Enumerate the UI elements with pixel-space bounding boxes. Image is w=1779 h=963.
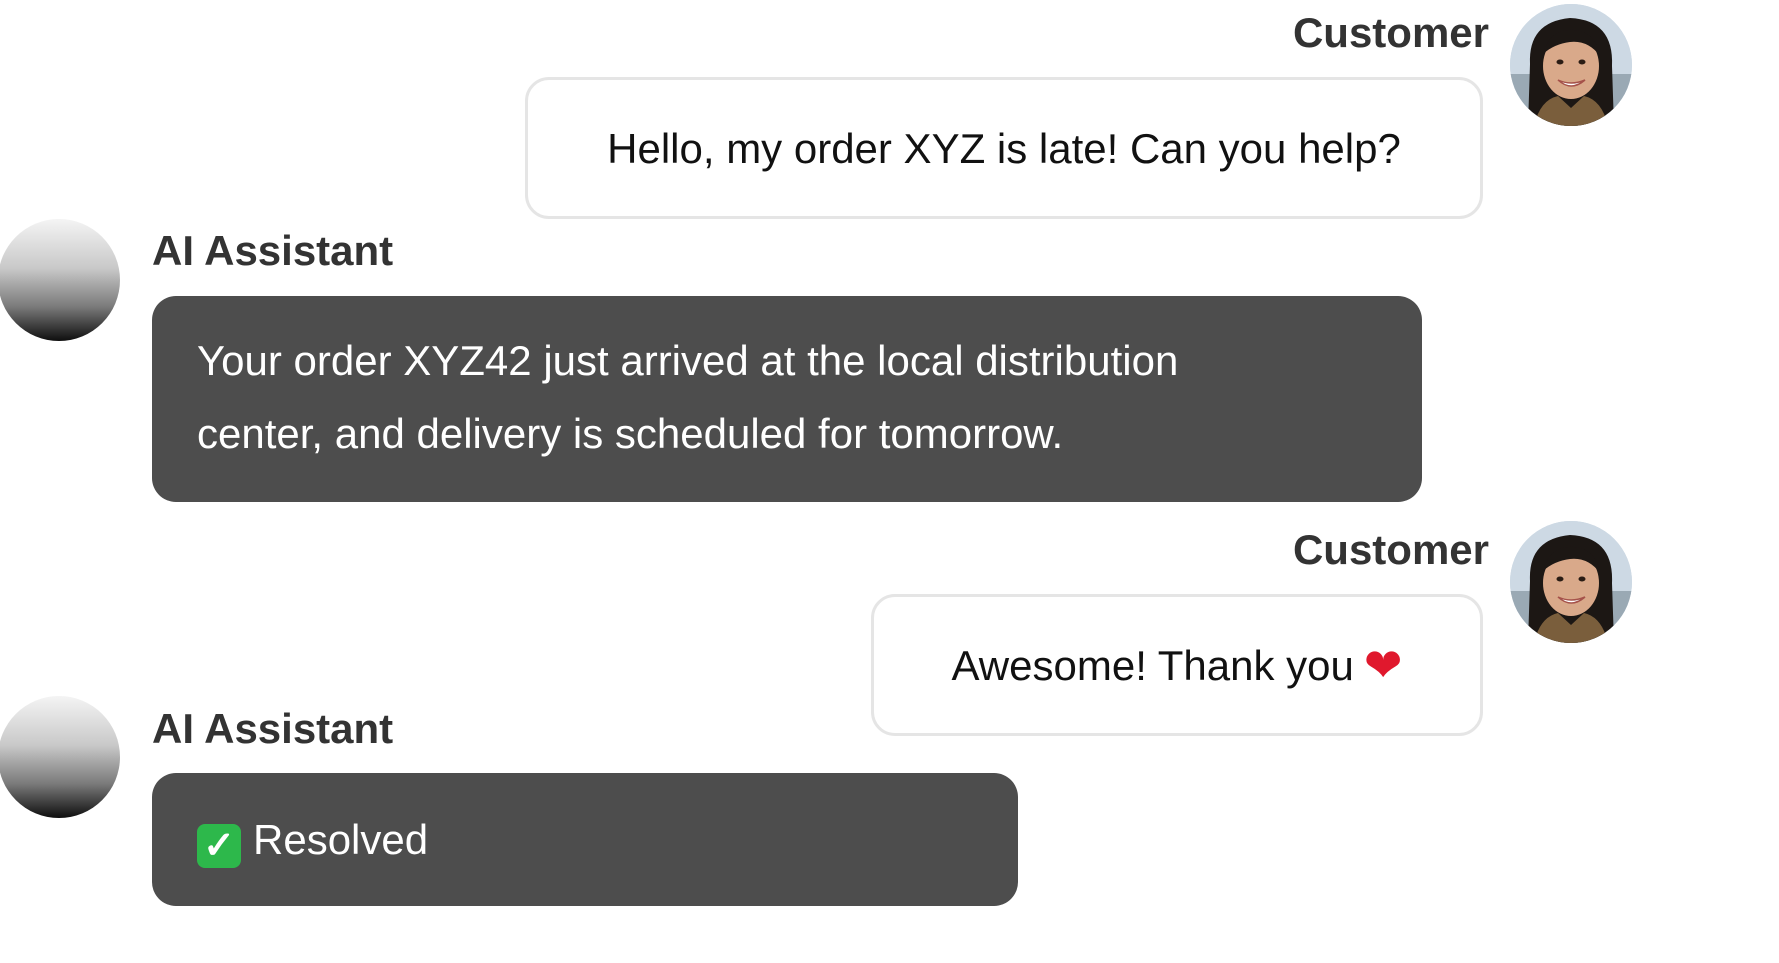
customer-name-label: Customer bbox=[1292, 9, 1489, 56]
assistant-message-text: Resolved bbox=[253, 816, 429, 863]
assistant-name-label: AI Assistant bbox=[152, 227, 394, 274]
assistant-message-line: Your order XYZ42 just arrived at the loc… bbox=[197, 337, 1179, 384]
customer-avatar-photo-icon bbox=[1510, 521, 1632, 643]
assistant-message-line: center, and delivery is scheduled for to… bbox=[197, 410, 1064, 457]
customer-message-bubble: Hello, my order XYZ is late! Can you hel… bbox=[525, 77, 1483, 219]
check-mark-icon: ✓ bbox=[197, 824, 241, 868]
red-heart-icon: ❤ bbox=[1363, 638, 1403, 691]
customer-avatar bbox=[1510, 521, 1632, 643]
assistant-message-bubble: Your order XYZ42 just arrived at the loc… bbox=[152, 296, 1422, 502]
customer-name-label: Customer bbox=[1292, 526, 1489, 573]
chat-transcript: Customer Hello, my order XYZ is late! Ca… bbox=[0, 0, 1779, 963]
assistant-name-label: AI Assistant bbox=[152, 705, 394, 752]
customer-avatar bbox=[1510, 4, 1632, 126]
customer-message-text: Hello, my order XYZ is late! Can you hel… bbox=[607, 124, 1401, 172]
customer-message-text: Awesome! Thank you bbox=[951, 641, 1354, 689]
customer-avatar-photo-icon bbox=[1510, 4, 1632, 126]
assistant-avatar bbox=[0, 219, 120, 341]
assistant-message-bubble: ✓ Resolved bbox=[152, 773, 1018, 906]
assistant-avatar bbox=[0, 696, 120, 818]
customer-message-bubble: Awesome! Thank you ❤ bbox=[871, 594, 1483, 736]
